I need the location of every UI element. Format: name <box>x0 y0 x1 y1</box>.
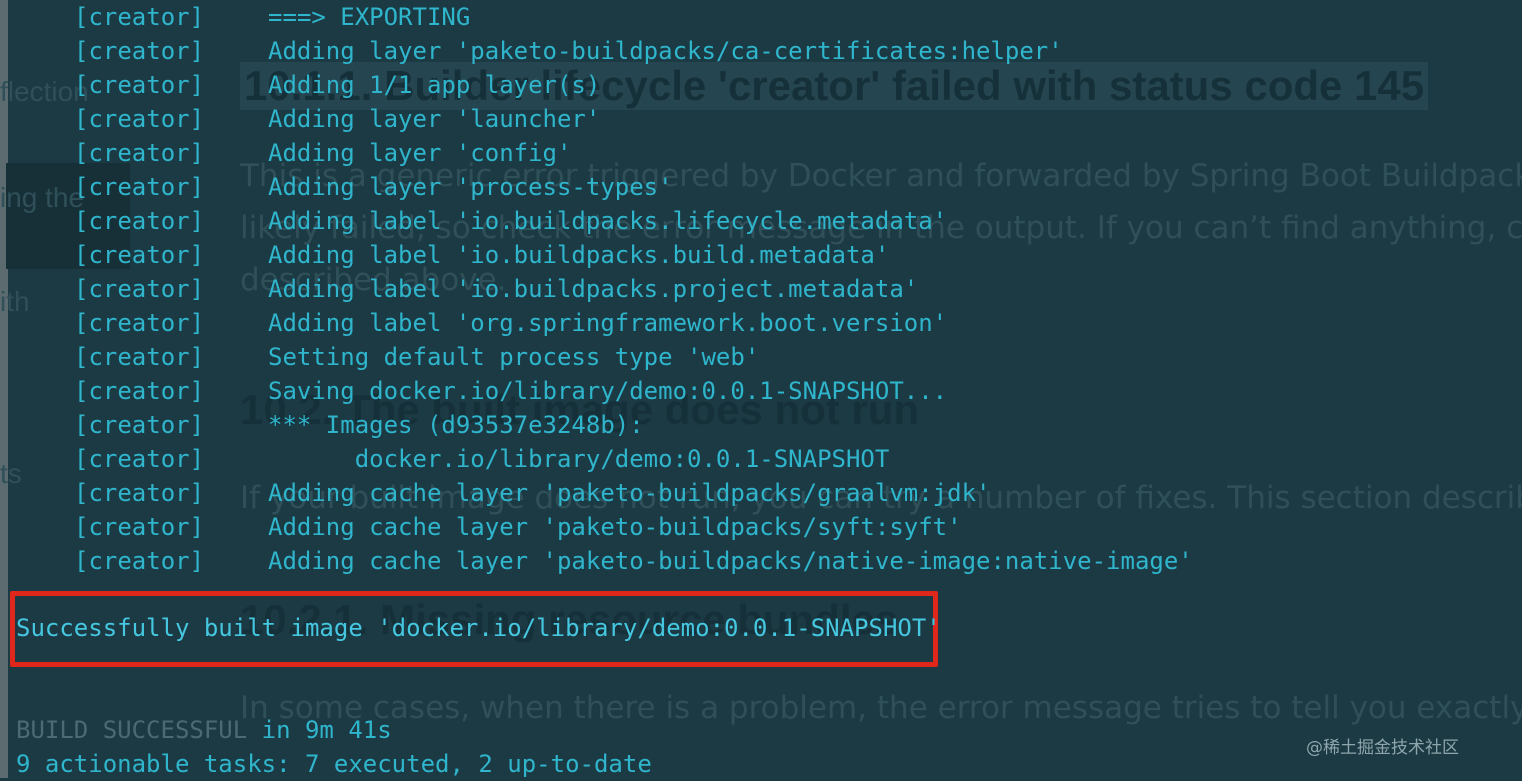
log-message: Adding label 'io.buildpacks.lifecycle.me… <box>268 207 948 235</box>
log-message: Adding cache layer 'paketo-buildpacks/na… <box>268 547 1193 575</box>
log-message: Adding layer 'config' <box>268 139 572 167</box>
log-message: docker.io/library/demo:0.0.1-SNAPSHOT <box>268 445 890 473</box>
log-message: ===> EXPORTING <box>268 3 471 31</box>
log-tag: [creator] <box>74 105 205 133</box>
log-message: Adding 1/1 app layer(s) <box>268 71 601 99</box>
log-tag: [creator] <box>74 139 205 167</box>
watermark: @稀土掘金技术社区 <box>1306 738 1459 758</box>
log-message: *** Images (d93537e3248b): <box>268 411 644 439</box>
log-message: Setting default process type 'web' <box>268 343 760 371</box>
log-tag: [creator] <box>74 377 205 405</box>
log-tag: [creator] <box>74 547 205 575</box>
log-tag: [creator] <box>74 445 205 473</box>
build-status-word: BUILD SUCCESSFUL <box>16 716 248 744</box>
tasks-summary: 9 actionable tasks: 7 executed, 2 up-to-… <box>16 750 652 778</box>
log-tag: [creator] <box>74 207 205 235</box>
log-tag: [creator] <box>74 513 205 541</box>
success-message: Successfully built image 'docker.io/libr… <box>16 614 941 642</box>
log-message: Adding layer 'launcher' <box>268 105 601 133</box>
log-message: Adding label 'io.buildpacks.build.metada… <box>268 241 890 269</box>
log-message: Adding label 'org.springframework.boot.v… <box>268 309 948 337</box>
log-message: Adding layer 'paketo-buildpacks/ca-certi… <box>268 37 1063 65</box>
log-tag: [creator] <box>74 173 205 201</box>
log-message: Adding layer 'process-types' <box>268 173 673 201</box>
terminal-output[interactable]: [creator] ===> EXPORTING [creator] Adding … <box>0 0 1522 778</box>
log-message: Saving docker.io/library/demo:0.0.1-SNAP… <box>268 377 948 405</box>
log-message: Adding label 'io.buildpacks.project.meta… <box>268 275 919 303</box>
log-tag: [creator] <box>74 37 205 65</box>
log-tag: [creator] <box>74 343 205 371</box>
log-tag: [creator] <box>74 71 205 99</box>
log-tag: [creator] <box>74 411 205 439</box>
build-status-line: BUILD SUCCESSFUL in 9m 41s <box>16 713 392 747</box>
build-duration: in 9m 41s <box>247 716 392 744</box>
log-message: Adding cache layer 'paketo-buildpacks/gr… <box>268 479 991 507</box>
log-tag: [creator] <box>74 309 205 337</box>
log-tag: [creator] <box>74 241 205 269</box>
log-message: Adding cache layer 'paketo-buildpacks/sy… <box>268 513 962 541</box>
log-tag: [creator] <box>74 479 205 507</box>
log-tag: [creator] <box>74 275 205 303</box>
log-tag: [creator] <box>74 3 205 31</box>
